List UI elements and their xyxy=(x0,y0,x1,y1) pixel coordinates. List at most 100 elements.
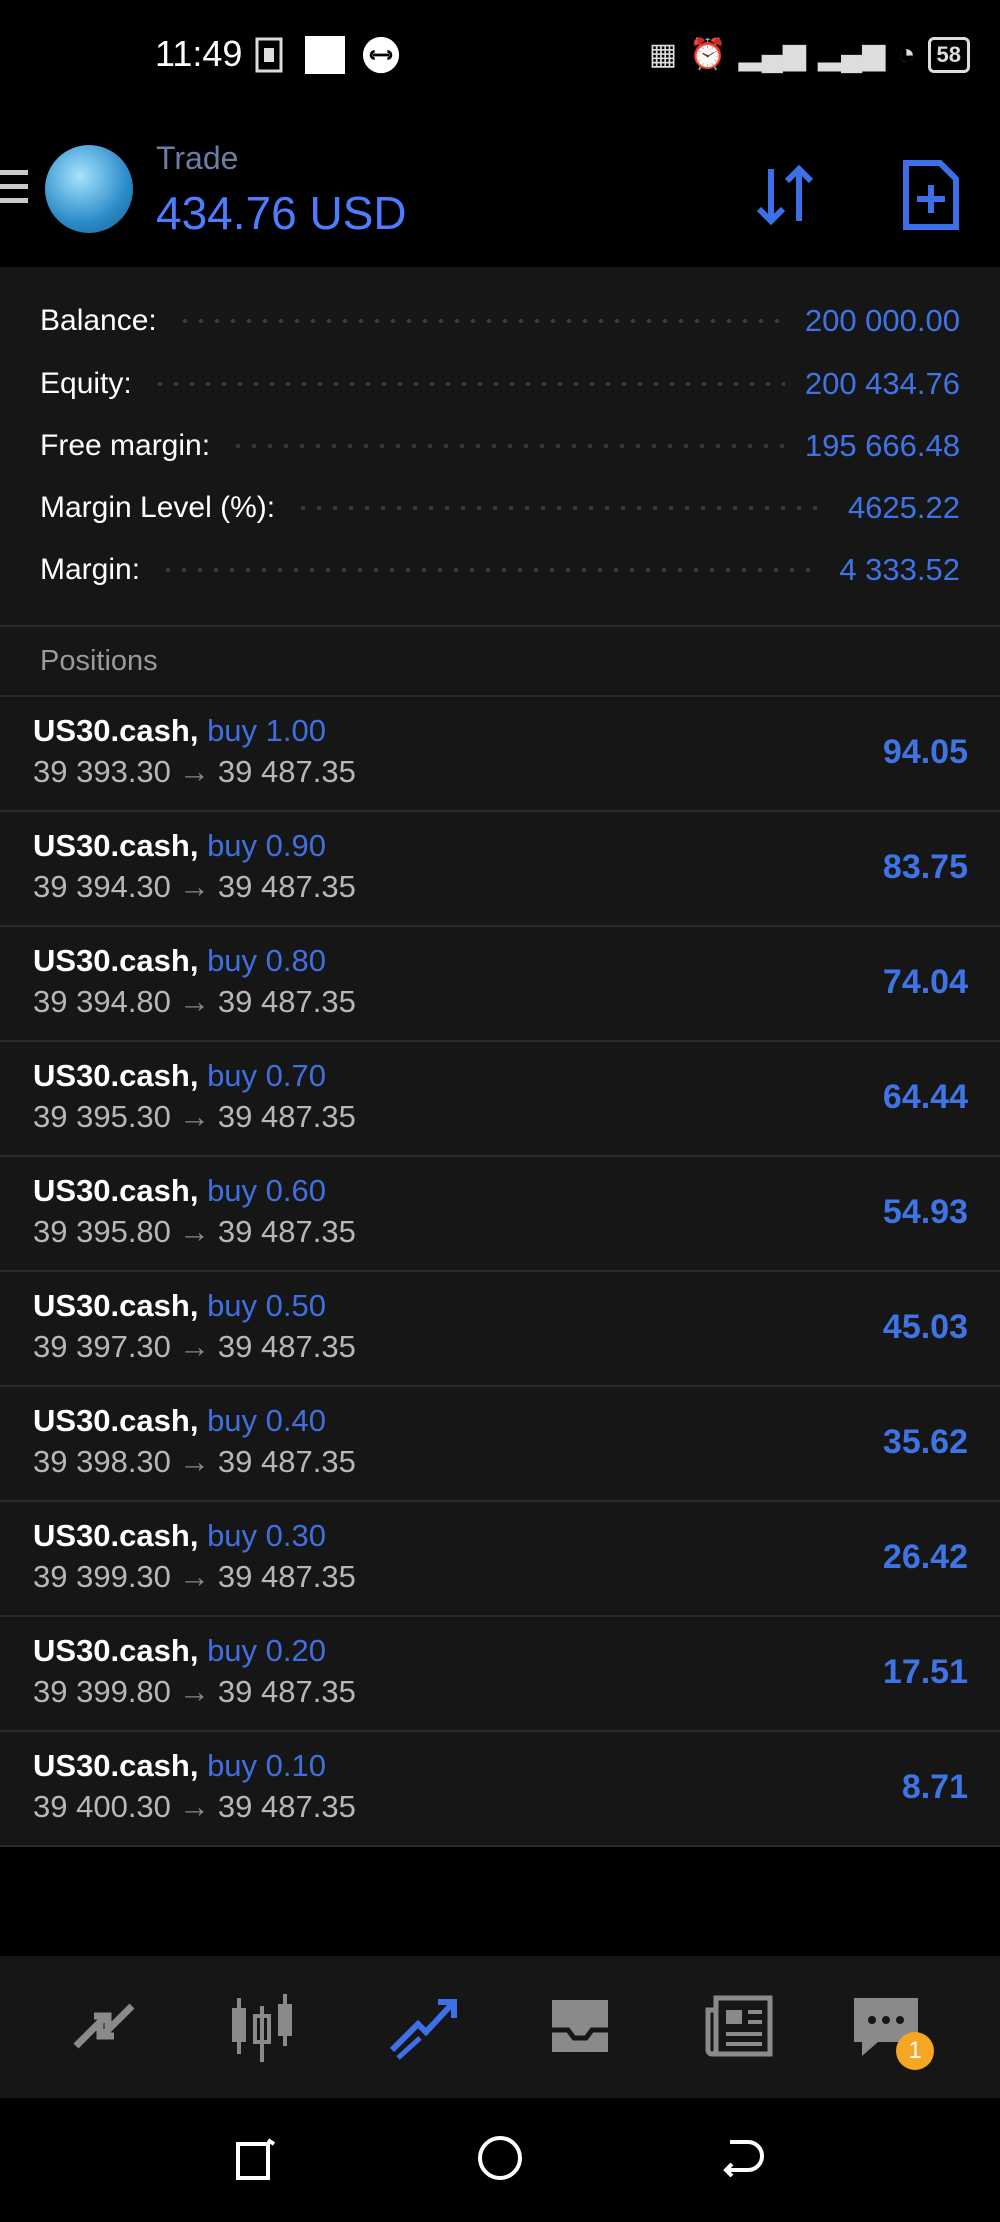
wifi-icon: ◔ xyxy=(897,38,916,71)
position-profit: 8.71 xyxy=(901,1768,968,1806)
history-icon[interactable] xyxy=(540,1986,620,2066)
position-type: buy 0.30 xyxy=(207,1518,326,1553)
new-order-icon[interactable] xyxy=(890,155,970,235)
menu-icon[interactable] xyxy=(0,170,28,212)
quotes-icon[interactable] xyxy=(64,1986,144,2066)
current-price: 39 487.35 xyxy=(217,1099,356,1134)
metatrader-logo xyxy=(45,145,133,233)
current-price: 39 487.35 xyxy=(217,1444,356,1479)
arrow-icon: → xyxy=(178,1444,210,1479)
dotted-leader xyxy=(230,444,785,448)
position-type: buy 0.10 xyxy=(207,1748,326,1783)
margin-label: Margin: xyxy=(40,553,141,586)
position-row[interactable]: US30.cash, buy 0.60 39 395.80 → 39 487.35 … xyxy=(0,1157,1000,1272)
link-icon xyxy=(362,36,400,74)
notification-square-icon xyxy=(305,36,345,74)
arrow-icon: → xyxy=(178,984,210,1019)
open-price: 39 397.30 xyxy=(33,1329,171,1364)
open-price: 39 399.30 xyxy=(33,1559,171,1594)
position-type: buy 0.20 xyxy=(207,1633,326,1668)
alarm-icon: ⏰ xyxy=(689,38,727,71)
chart-icon[interactable] xyxy=(222,1986,302,2066)
current-price: 39 487.35 xyxy=(217,1674,356,1709)
status-indicators: ▦ ⏰ ▂▄▆ ▂▄▆ ◔ 58 xyxy=(649,36,970,74)
position-profit: 64.44 xyxy=(882,1078,968,1116)
trade-icon[interactable] xyxy=(382,1986,462,2066)
position-type: buy 0.80 xyxy=(207,943,326,978)
status-time: 11:49 xyxy=(155,33,243,74)
app-header: Trade 434.76 USD xyxy=(0,120,1000,265)
arrow-icon: → xyxy=(178,869,210,904)
current-price: 39 487.35 xyxy=(217,984,356,1019)
equity-label: Equity: xyxy=(40,367,132,400)
position-row[interactable]: US30.cash, buy 0.10 39 400.30 → 39 487.35 … xyxy=(0,1732,1000,1847)
position-symbol: US30.cash, xyxy=(33,1173,199,1208)
margin-level-value: 4625.22 xyxy=(847,490,960,525)
cast-icon: ▦ xyxy=(648,38,678,71)
open-price: 39 395.80 xyxy=(33,1214,171,1249)
open-price: 39 399.80 xyxy=(33,1674,171,1709)
position-symbol: US30.cash, xyxy=(33,828,199,863)
position-symbol: US30.cash, xyxy=(33,1058,199,1093)
positions-section-header: Positions xyxy=(0,627,1000,697)
current-price: 39 487.35 xyxy=(217,754,356,789)
arrow-icon: → xyxy=(178,1559,210,1594)
sort-icon[interactable] xyxy=(745,155,825,235)
position-symbol: US30.cash, xyxy=(33,1518,199,1553)
arrow-icon: → xyxy=(178,1099,210,1134)
open-price: 39 394.80 xyxy=(33,984,171,1019)
arrow-icon: → xyxy=(178,1214,210,1249)
messages-badge: 1 xyxy=(896,2032,934,2070)
current-price: 39 487.35 xyxy=(217,1559,356,1594)
position-profit: 45.03 xyxy=(882,1308,968,1346)
dotted-leader xyxy=(151,382,785,386)
position-type: buy 0.90 xyxy=(207,828,326,863)
position-row[interactable]: US30.cash, buy 1.00 39 393.30 → 39 487.35 … xyxy=(0,697,1000,812)
arrow-icon: → xyxy=(178,1329,210,1364)
balance-row: Balance: 200 000.00 xyxy=(40,301,960,341)
arrow-icon: → xyxy=(178,1789,210,1824)
position-row[interactable]: US30.cash, buy 0.50 39 397.30 → 39 487.35 … xyxy=(0,1272,1000,1387)
position-row[interactable]: US30.cash, buy 0.20 39 399.80 → 39 487.35 … xyxy=(0,1617,1000,1732)
position-profit: 74.04 xyxy=(882,963,968,1001)
current-price: 39 487.35 xyxy=(217,1214,356,1249)
battery-icon: 58 xyxy=(927,37,970,73)
account-summary: Balance: 200 000.00 Equity: 200 434.76 F… xyxy=(0,267,1000,627)
back-icon[interactable] xyxy=(716,2130,772,2186)
position-symbol: US30.cash, xyxy=(33,943,199,978)
recent-apps-icon[interactable] xyxy=(228,2130,284,2186)
messages-button[interactable]: 1 xyxy=(846,1986,934,2070)
signal-icon: ▂▄▆ xyxy=(738,38,806,71)
page-title: Trade xyxy=(156,140,239,176)
sim-icon xyxy=(255,37,283,73)
position-symbol: US30.cash, xyxy=(33,1633,199,1668)
position-row[interactable]: US30.cash, buy 0.80 39 394.80 → 39 487.35 … xyxy=(0,927,1000,1042)
margin-level-label: Margin Level (%): xyxy=(40,491,276,524)
position-symbol: US30.cash, xyxy=(33,1403,199,1438)
position-profit: 35.62 xyxy=(882,1423,968,1461)
current-price: 39 487.35 xyxy=(217,869,356,904)
free-margin-label: Free margin: xyxy=(40,429,211,462)
bottom-navigation: 1 xyxy=(0,1956,1000,2098)
position-symbol: US30.cash, xyxy=(33,713,199,748)
position-row[interactable]: US30.cash, buy 0.30 39 399.30 → 39 487.35 … xyxy=(0,1502,1000,1617)
position-row[interactable]: US30.cash, buy 0.90 39 394.30 → 39 487.35 … xyxy=(0,812,1000,927)
news-icon[interactable] xyxy=(700,1986,780,2066)
position-row[interactable]: US30.cash, buy 0.70 39 395.30 → 39 487.35 … xyxy=(0,1042,1000,1157)
position-type: buy 0.70 xyxy=(207,1058,326,1093)
position-type: buy 0.50 xyxy=(207,1288,326,1323)
position-profit: 26.42 xyxy=(882,1538,968,1576)
equity-value: 200 434.76 xyxy=(804,366,960,401)
arrow-icon: → xyxy=(178,1674,210,1709)
header-balance: 434.76 USD xyxy=(156,187,407,239)
current-price: 39 487.35 xyxy=(217,1329,356,1364)
margin-row: Margin: 4 333.52 xyxy=(40,550,960,590)
home-icon[interactable] xyxy=(472,2130,528,2186)
system-navigation-bar xyxy=(0,2098,1000,2222)
position-type: buy 0.40 xyxy=(207,1403,326,1438)
dotted-leader xyxy=(160,568,820,572)
position-symbol: US30.cash, xyxy=(33,1748,199,1783)
position-row[interactable]: US30.cash, buy 0.40 39 398.30 → 39 487.35 … xyxy=(0,1387,1000,1502)
open-price: 39 393.30 xyxy=(33,754,171,789)
open-price: 39 394.30 xyxy=(33,869,171,904)
